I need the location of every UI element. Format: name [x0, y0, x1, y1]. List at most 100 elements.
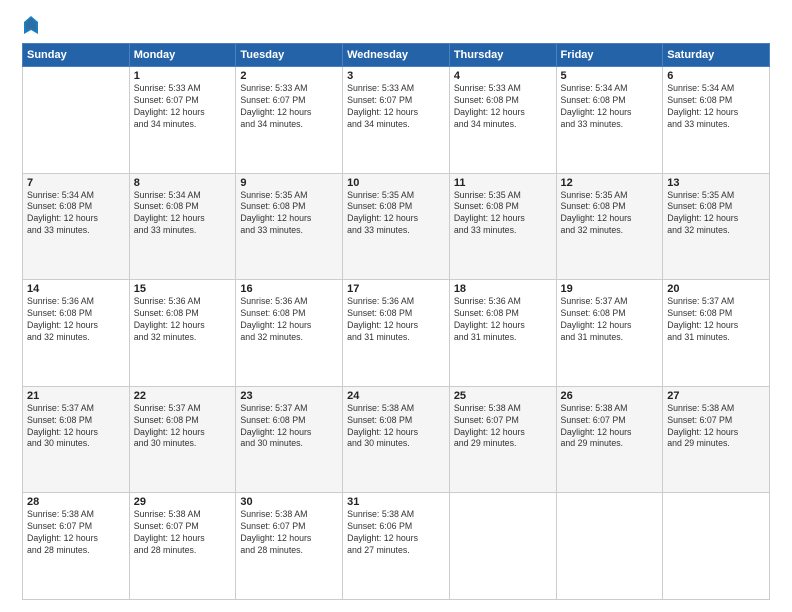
day-number: 12	[561, 177, 659, 189]
day-number: 1	[134, 70, 232, 82]
logo-text	[22, 18, 38, 37]
day-cell: 6Sunrise: 5:34 AM Sunset: 6:08 PM Daylig…	[663, 67, 770, 174]
day-info: Sunrise: 5:38 AM Sunset: 6:07 PM Dayligh…	[454, 403, 552, 451]
day-number: 2	[240, 70, 338, 82]
column-header-sunday: Sunday	[23, 44, 130, 67]
day-cell: 24Sunrise: 5:38 AM Sunset: 6:08 PM Dayli…	[343, 386, 450, 493]
day-cell: 11Sunrise: 5:35 AM Sunset: 6:08 PM Dayli…	[449, 173, 556, 280]
day-info: Sunrise: 5:35 AM Sunset: 6:08 PM Dayligh…	[240, 190, 338, 238]
day-cell	[663, 493, 770, 600]
day-number: 3	[347, 70, 445, 82]
day-number: 6	[667, 70, 765, 82]
day-number: 10	[347, 177, 445, 189]
day-info: Sunrise: 5:35 AM Sunset: 6:08 PM Dayligh…	[561, 190, 659, 238]
day-cell: 9Sunrise: 5:35 AM Sunset: 6:08 PM Daylig…	[236, 173, 343, 280]
day-cell: 21Sunrise: 5:37 AM Sunset: 6:08 PM Dayli…	[23, 386, 130, 493]
day-cell: 15Sunrise: 5:36 AM Sunset: 6:08 PM Dayli…	[129, 280, 236, 387]
day-cell: 20Sunrise: 5:37 AM Sunset: 6:08 PM Dayli…	[663, 280, 770, 387]
day-number: 24	[347, 390, 445, 402]
day-number: 31	[347, 496, 445, 508]
day-info: Sunrise: 5:35 AM Sunset: 6:08 PM Dayligh…	[347, 190, 445, 238]
day-cell: 8Sunrise: 5:34 AM Sunset: 6:08 PM Daylig…	[129, 173, 236, 280]
day-number: 13	[667, 177, 765, 189]
day-info: Sunrise: 5:35 AM Sunset: 6:08 PM Dayligh…	[454, 190, 552, 238]
day-number: 20	[667, 283, 765, 295]
column-header-friday: Friday	[556, 44, 663, 67]
day-cell: 2Sunrise: 5:33 AM Sunset: 6:07 PM Daylig…	[236, 67, 343, 174]
day-number: 11	[454, 177, 552, 189]
day-cell: 14Sunrise: 5:36 AM Sunset: 6:08 PM Dayli…	[23, 280, 130, 387]
day-cell: 29Sunrise: 5:38 AM Sunset: 6:07 PM Dayli…	[129, 493, 236, 600]
day-number: 28	[27, 496, 125, 508]
day-info: Sunrise: 5:33 AM Sunset: 6:07 PM Dayligh…	[347, 83, 445, 131]
day-number: 7	[27, 177, 125, 189]
column-header-tuesday: Tuesday	[236, 44, 343, 67]
day-cell: 3Sunrise: 5:33 AM Sunset: 6:07 PM Daylig…	[343, 67, 450, 174]
day-cell: 28Sunrise: 5:38 AM Sunset: 6:07 PM Dayli…	[23, 493, 130, 600]
day-info: Sunrise: 5:34 AM Sunset: 6:08 PM Dayligh…	[667, 83, 765, 131]
logo	[22, 18, 38, 37]
day-cell: 31Sunrise: 5:38 AM Sunset: 6:06 PM Dayli…	[343, 493, 450, 600]
day-number: 17	[347, 283, 445, 295]
week-row-1: 7Sunrise: 5:34 AM Sunset: 6:08 PM Daylig…	[23, 173, 770, 280]
day-info: Sunrise: 5:38 AM Sunset: 6:07 PM Dayligh…	[27, 509, 125, 557]
day-number: 23	[240, 390, 338, 402]
day-info: Sunrise: 5:35 AM Sunset: 6:08 PM Dayligh…	[667, 190, 765, 238]
day-number: 30	[240, 496, 338, 508]
header	[22, 18, 770, 37]
day-cell	[556, 493, 663, 600]
day-info: Sunrise: 5:38 AM Sunset: 6:07 PM Dayligh…	[667, 403, 765, 451]
day-cell: 26Sunrise: 5:38 AM Sunset: 6:07 PM Dayli…	[556, 386, 663, 493]
day-info: Sunrise: 5:36 AM Sunset: 6:08 PM Dayligh…	[134, 296, 232, 344]
day-info: Sunrise: 5:36 AM Sunset: 6:08 PM Dayligh…	[240, 296, 338, 344]
day-info: Sunrise: 5:36 AM Sunset: 6:08 PM Dayligh…	[347, 296, 445, 344]
day-cell: 23Sunrise: 5:37 AM Sunset: 6:08 PM Dayli…	[236, 386, 343, 493]
day-info: Sunrise: 5:37 AM Sunset: 6:08 PM Dayligh…	[240, 403, 338, 451]
day-cell: 10Sunrise: 5:35 AM Sunset: 6:08 PM Dayli…	[343, 173, 450, 280]
week-row-4: 28Sunrise: 5:38 AM Sunset: 6:07 PM Dayli…	[23, 493, 770, 600]
day-number: 27	[667, 390, 765, 402]
day-info: Sunrise: 5:34 AM Sunset: 6:08 PM Dayligh…	[561, 83, 659, 131]
day-cell: 30Sunrise: 5:38 AM Sunset: 6:07 PM Dayli…	[236, 493, 343, 600]
day-info: Sunrise: 5:34 AM Sunset: 6:08 PM Dayligh…	[27, 190, 125, 238]
day-info: Sunrise: 5:33 AM Sunset: 6:08 PM Dayligh…	[454, 83, 552, 131]
day-number: 15	[134, 283, 232, 295]
day-info: Sunrise: 5:38 AM Sunset: 6:06 PM Dayligh…	[347, 509, 445, 557]
day-cell	[23, 67, 130, 174]
column-header-monday: Monday	[129, 44, 236, 67]
week-row-2: 14Sunrise: 5:36 AM Sunset: 6:08 PM Dayli…	[23, 280, 770, 387]
day-cell: 25Sunrise: 5:38 AM Sunset: 6:07 PM Dayli…	[449, 386, 556, 493]
day-number: 9	[240, 177, 338, 189]
day-info: Sunrise: 5:34 AM Sunset: 6:08 PM Dayligh…	[134, 190, 232, 238]
logo-icon	[24, 16, 38, 34]
week-row-0: 1Sunrise: 5:33 AM Sunset: 6:07 PM Daylig…	[23, 67, 770, 174]
day-info: Sunrise: 5:37 AM Sunset: 6:08 PM Dayligh…	[134, 403, 232, 451]
day-number: 22	[134, 390, 232, 402]
day-cell: 16Sunrise: 5:36 AM Sunset: 6:08 PM Dayli…	[236, 280, 343, 387]
day-number: 4	[454, 70, 552, 82]
day-info: Sunrise: 5:38 AM Sunset: 6:07 PM Dayligh…	[134, 509, 232, 557]
day-cell: 27Sunrise: 5:38 AM Sunset: 6:07 PM Dayli…	[663, 386, 770, 493]
day-cell: 18Sunrise: 5:36 AM Sunset: 6:08 PM Dayli…	[449, 280, 556, 387]
day-info: Sunrise: 5:36 AM Sunset: 6:08 PM Dayligh…	[454, 296, 552, 344]
day-cell	[449, 493, 556, 600]
day-cell: 7Sunrise: 5:34 AM Sunset: 6:08 PM Daylig…	[23, 173, 130, 280]
day-info: Sunrise: 5:33 AM Sunset: 6:07 PM Dayligh…	[134, 83, 232, 131]
day-cell: 5Sunrise: 5:34 AM Sunset: 6:08 PM Daylig…	[556, 67, 663, 174]
calendar-body: 1Sunrise: 5:33 AM Sunset: 6:07 PM Daylig…	[23, 67, 770, 600]
day-info: Sunrise: 5:38 AM Sunset: 6:07 PM Dayligh…	[561, 403, 659, 451]
day-cell: 4Sunrise: 5:33 AM Sunset: 6:08 PM Daylig…	[449, 67, 556, 174]
day-cell: 19Sunrise: 5:37 AM Sunset: 6:08 PM Dayli…	[556, 280, 663, 387]
calendar-table: SundayMondayTuesdayWednesdayThursdayFrid…	[22, 43, 770, 600]
day-cell: 13Sunrise: 5:35 AM Sunset: 6:08 PM Dayli…	[663, 173, 770, 280]
calendar-header-row: SundayMondayTuesdayWednesdayThursdayFrid…	[23, 44, 770, 67]
day-number: 19	[561, 283, 659, 295]
day-info: Sunrise: 5:38 AM Sunset: 6:08 PM Dayligh…	[347, 403, 445, 451]
day-info: Sunrise: 5:37 AM Sunset: 6:08 PM Dayligh…	[561, 296, 659, 344]
day-number: 5	[561, 70, 659, 82]
day-number: 26	[561, 390, 659, 402]
week-row-3: 21Sunrise: 5:37 AM Sunset: 6:08 PM Dayli…	[23, 386, 770, 493]
day-number: 18	[454, 283, 552, 295]
day-number: 8	[134, 177, 232, 189]
day-info: Sunrise: 5:37 AM Sunset: 6:08 PM Dayligh…	[667, 296, 765, 344]
